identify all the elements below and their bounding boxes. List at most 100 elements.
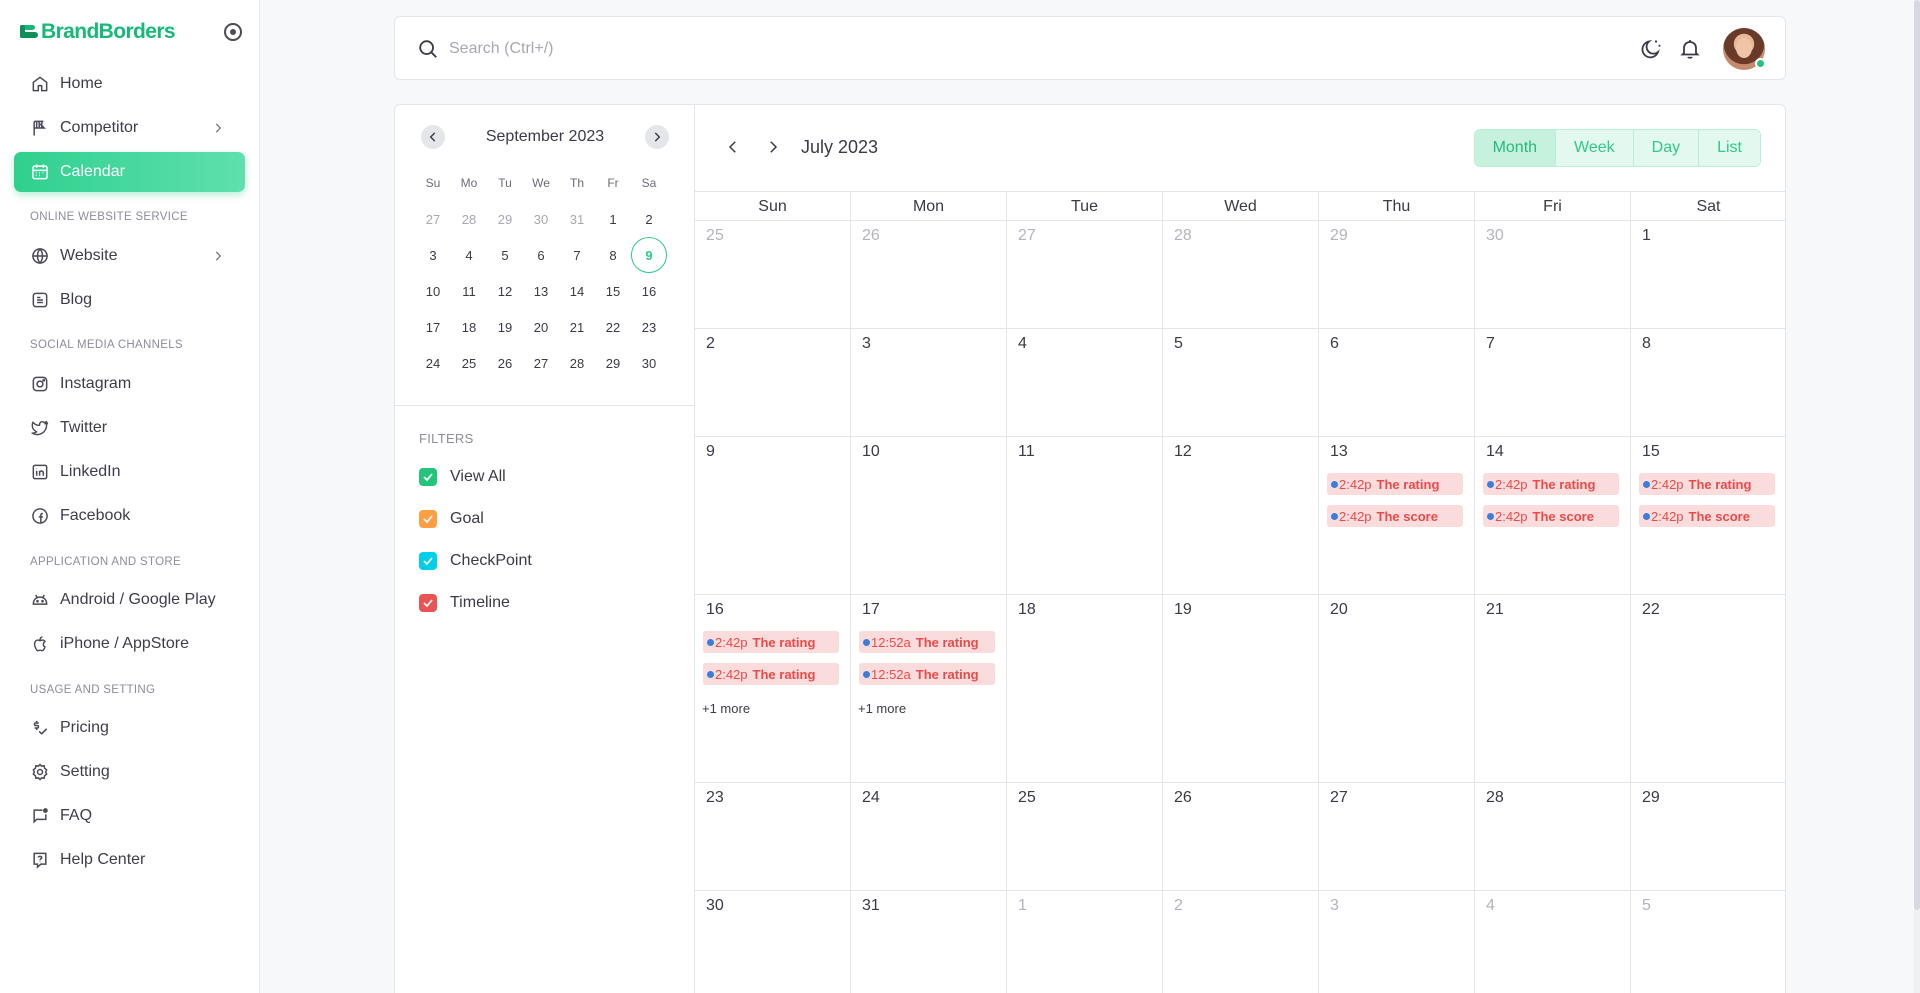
mini-day[interactable]: 29 (487, 201, 523, 237)
mini-day[interactable]: 10 (415, 273, 451, 309)
calendar-event[interactable]: 2:42p The rating (1639, 473, 1775, 495)
day-cell[interactable]: 5 (1631, 891, 1785, 993)
sidebar-item-android[interactable]: Android / Google Play (14, 580, 245, 620)
day-cell[interactable]: 17 12:52a The rating 12:52a The rating +1 mor… (851, 595, 1007, 783)
day-cell[interactable]: 18 (1007, 595, 1163, 783)
day-cell[interactable]: 8 (1631, 329, 1785, 437)
day-cell[interactable]: 4 (1475, 891, 1631, 993)
day-cell[interactable]: 25 (695, 221, 851, 329)
mini-day[interactable]: 3 (415, 237, 451, 273)
mini-calendar-next-button[interactable] (645, 125, 669, 149)
day-cell[interactable]: 15 2:42p The rating 2:42p The score (1631, 437, 1785, 595)
checkbox-checked-icon[interactable] (419, 552, 437, 570)
day-cell[interactable]: 7 (1475, 329, 1631, 437)
mini-day[interactable]: 22 (595, 309, 631, 345)
day-cell[interactable]: 29 (1319, 221, 1475, 329)
mini-day[interactable]: 24 (415, 345, 451, 381)
dark-mode-icon[interactable] (1639, 37, 1663, 61)
scrollbar-thumb[interactable] (1914, 0, 1920, 910)
calendar-event[interactable]: 12:52a The rating (859, 663, 995, 685)
mini-day[interactable]: 8 (595, 237, 631, 273)
day-cell[interactable]: 6 (1319, 329, 1475, 437)
mini-day[interactable]: 17 (415, 309, 451, 345)
mini-day[interactable]: 20 (523, 309, 559, 345)
search-input[interactable] (449, 31, 1349, 67)
day-cell[interactable]: 28 (1163, 221, 1319, 329)
day-cell[interactable]: 28 (1475, 783, 1631, 891)
mini-day[interactable]: 27 (415, 201, 451, 237)
day-cell[interactable]: 16 2:42p The rating 2:42p The rating +1 more (695, 595, 851, 783)
day-cell[interactable]: 30 (695, 891, 851, 993)
day-cell[interactable]: 19 (1163, 595, 1319, 783)
mini-day[interactable]: 19 (487, 309, 523, 345)
day-cell[interactable]: 2 (1163, 891, 1319, 993)
day-cell[interactable]: 11 (1007, 437, 1163, 595)
calendar-prev-button[interactable] (721, 135, 745, 159)
filter-timeline[interactable]: Timeline (419, 582, 695, 624)
mini-day[interactable]: 31 (559, 201, 595, 237)
sidebar-item-facebook[interactable]: Facebook (14, 496, 245, 536)
day-cell[interactable]: 5 (1163, 329, 1319, 437)
calendar-event[interactable]: 2:42p The score (1483, 505, 1619, 527)
calendar-event[interactable]: 2:42p The rating (1483, 473, 1619, 495)
sidebar-item-iphone[interactable]: iPhone / AppStore (14, 624, 245, 664)
sidebar-item-website[interactable]: Website (14, 236, 245, 276)
view-day-button[interactable]: Day (1633, 130, 1700, 166)
day-cell[interactable]: 10 (851, 437, 1007, 595)
calendar-event[interactable]: 2:42p The score (1327, 505, 1463, 527)
sidebar-item-competitor[interactable]: Competitor (14, 108, 245, 148)
mini-day[interactable]: 6 (523, 237, 559, 273)
mini-day[interactable]: 27 (523, 345, 559, 381)
day-cell[interactable]: 24 (851, 783, 1007, 891)
brand-logo[interactable]: BrandBorders (20, 18, 242, 46)
mini-day[interactable]: 15 (595, 273, 631, 309)
mini-day[interactable]: 26 (487, 345, 523, 381)
day-cell[interactable]: 3 (851, 329, 1007, 437)
day-cell[interactable]: 1 (1007, 891, 1163, 993)
mini-day[interactable]: 5 (487, 237, 523, 273)
sidebar-item-pricing[interactable]: Pricing (14, 708, 245, 748)
mini-day[interactable]: 7 (559, 237, 595, 273)
calendar-event[interactable]: 12:52a The rating (859, 631, 995, 653)
more-events-link[interactable]: +1 more (858, 701, 906, 716)
mini-day[interactable]: 23 (631, 309, 667, 345)
mini-day[interactable]: 13 (523, 273, 559, 309)
view-week-button[interactable]: Week (1556, 130, 1634, 166)
mini-day[interactable]: 30 (523, 201, 559, 237)
day-cell[interactable]: 13 2:42p The rating 2:42p The score (1319, 437, 1475, 595)
sidebar-item-faq[interactable]: FAQ (14, 796, 245, 836)
mini-day[interactable]: 30 (631, 345, 667, 381)
mini-day[interactable]: 25 (451, 345, 487, 381)
sidebar-item-blog[interactable]: Blog (14, 280, 245, 320)
calendar-next-button[interactable] (761, 135, 785, 159)
sidebar-item-home[interactable]: Home (14, 64, 245, 104)
day-cell[interactable]: 1 (1631, 221, 1785, 329)
day-cell[interactable]: 27 (1007, 221, 1163, 329)
day-cell[interactable]: 26 (1163, 783, 1319, 891)
mini-day[interactable]: 21 (559, 309, 595, 345)
day-cell[interactable]: 25 (1007, 783, 1163, 891)
day-cell[interactable]: 3 (1319, 891, 1475, 993)
sidebar-item-help-center[interactable]: Help Center (14, 840, 245, 880)
day-cell[interactable]: 26 (851, 221, 1007, 329)
day-cell[interactable]: 2 (695, 329, 851, 437)
day-cell[interactable]: 29 (1631, 783, 1785, 891)
day-cell[interactable]: 14 2:42p The rating 2:42p The score (1475, 437, 1631, 595)
page-scrollbar[interactable] (1914, 0, 1920, 993)
calendar-event[interactable]: 2:42p The rating (703, 663, 839, 685)
day-cell[interactable]: 30 (1475, 221, 1631, 329)
checkbox-checked-icon[interactable] (419, 468, 437, 486)
filter-goal[interactable]: Goal (419, 498, 695, 540)
day-cell[interactable]: 27 (1319, 783, 1475, 891)
mini-day[interactable]: 28 (559, 345, 595, 381)
filter-checkpoint[interactable]: CheckPoint (419, 540, 695, 582)
day-cell[interactable]: 9 (695, 437, 851, 595)
sidebar-item-instagram[interactable]: Instagram (14, 364, 245, 404)
mini-day[interactable]: 11 (451, 273, 487, 309)
mini-day[interactable]: 16 (631, 273, 667, 309)
mini-day[interactable]: 29 (595, 345, 631, 381)
view-list-button[interactable]: List (1699, 130, 1760, 166)
view-month-button[interactable]: Month (1474, 130, 1557, 166)
sidebar-item-twitter[interactable]: Twitter (14, 408, 245, 448)
mini-day[interactable]: 1 (595, 201, 631, 237)
